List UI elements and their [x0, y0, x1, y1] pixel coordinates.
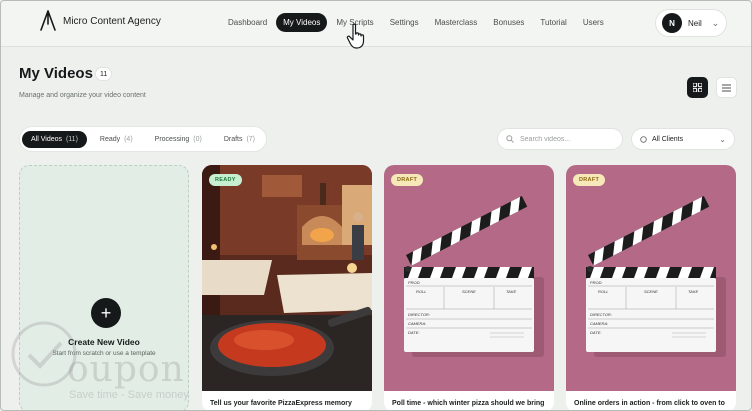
tab-all-videos[interactable]: All Videos (11)	[22, 130, 87, 148]
tab-count: (4)	[124, 135, 133, 143]
create-card-title: Create New Video	[68, 337, 140, 347]
list-icon	[722, 84, 731, 91]
clapper-prod-label: PROD.	[408, 280, 421, 285]
tab-count: (11)	[65, 135, 78, 143]
clapper-director-label: DIRECTOR:	[408, 312, 430, 317]
plus-icon: +	[91, 298, 121, 328]
top-navigation-bar: Micro Content Agency Dashboard My Videos…	[1, 1, 751, 47]
nav-item-tutorial[interactable]: Tutorial	[533, 13, 573, 32]
nav-item-bonuses[interactable]: Bonuses	[486, 13, 531, 32]
clapperboard-image: PROD. ROLL SCENE TAKE DIRECTOR: CAMERA: …	[384, 165, 554, 391]
logo-icon	[40, 10, 56, 31]
chevron-down-icon: ⌄	[711, 17, 720, 28]
clapper-take-label: TAKE	[688, 289, 698, 294]
clapper-camera-label: CAMERA:	[408, 321, 426, 326]
tab-label: Processing	[154, 135, 190, 143]
video-card[interactable]: READY Tell us your favorite PizzaExpress…	[202, 165, 372, 410]
nav-item-users[interactable]: Users	[576, 13, 611, 32]
video-title: Poll time - which winter pizza should we…	[392, 400, 545, 407]
filter-icon	[640, 135, 647, 143]
chevron-down-icon: ⌄	[719, 134, 726, 144]
tab-label: Ready	[99, 135, 121, 143]
video-card[interactable]: PROD. ROLL SCENE TAKE DIRECTOR: CAMERA: …	[384, 165, 554, 410]
nav-item-dashboard[interactable]: Dashboard	[221, 13, 274, 32]
nav-item-settings[interactable]: Settings	[383, 13, 426, 32]
status-badge: READY	[209, 174, 242, 186]
client-select-value: All Clients	[652, 135, 684, 143]
page-subtitle: Manage and organize your video content	[19, 92, 146, 99]
video-title: Online orders in action - from click to …	[574, 400, 725, 407]
restaurant-pizza-image	[202, 165, 372, 391]
view-toggle	[687, 77, 737, 98]
list-view-button[interactable]	[716, 77, 737, 98]
clapper-roll-label: ROLL	[598, 289, 608, 294]
clapper-date-label: DATE:	[408, 330, 419, 335]
clapper-roll-label: ROLL	[416, 289, 426, 294]
brand-name: Micro Content Agency	[63, 15, 161, 27]
status-badge: DRAFT	[391, 174, 424, 186]
user-name: Neil	[688, 18, 702, 28]
hand-pointer-cursor-icon	[346, 23, 365, 49]
tab-label: Drafts	[223, 135, 243, 143]
create-new-video-card[interactable]: + Create New Video Start from scratch or…	[19, 165, 189, 410]
search-icon	[506, 135, 514, 143]
clapper-date-label: DATE:	[590, 330, 601, 335]
tab-processing[interactable]: Processing (0)	[146, 131, 211, 148]
tab-drafts[interactable]: Drafts (7)	[215, 131, 264, 148]
video-title: Tell us your favorite PizzaExpress memor…	[210, 400, 352, 407]
nav-item-my-videos[interactable]: My Videos	[276, 13, 328, 32]
tab-count: (7)	[246, 135, 255, 143]
brand[interactable]: Micro Content Agency	[39, 10, 161, 32]
page-title: My Videos	[19, 65, 93, 82]
tab-label: All Videos	[31, 135, 63, 143]
clapper-scene-label: SCENE	[462, 289, 476, 294]
tab-count: (0)	[193, 135, 202, 143]
client-filter-select[interactable]: All Clients ⌄	[631, 128, 735, 150]
clapper-scene-label: SCENE	[644, 289, 658, 294]
video-count-badge: 11	[95, 67, 113, 81]
grid-icon	[693, 83, 702, 92]
app-window: Micro Content Agency Dashboard My Videos…	[0, 0, 752, 411]
status-filter-tabs: All Videos (11) Ready (4) Processing (0)…	[19, 126, 267, 152]
clapper-director-label: DIRECTOR:	[590, 312, 612, 317]
nav-item-masterclass[interactable]: Masterclass	[428, 13, 485, 32]
clapper-camera-label: CAMERA:	[590, 321, 608, 326]
avatar: N	[662, 13, 682, 33]
clapper-prod-label: PROD.	[590, 280, 603, 285]
search-input[interactable]	[520, 135, 616, 143]
status-badge: DRAFT	[573, 174, 606, 186]
main-nav: Dashboard My Videos My Scripts Settings …	[221, 13, 611, 32]
clapperboard-image: PROD. ROLL SCENE TAKE DIRECTOR: CAMERA: …	[566, 165, 736, 391]
grid-view-button[interactable]	[687, 77, 708, 98]
video-card[interactable]: PROD. ROLL SCENE TAKE DIRECTOR: CAMERA: …	[566, 165, 736, 410]
user-menu-button[interactable]: N Neil ⌄	[655, 9, 727, 37]
clapper-take-label: TAKE	[506, 289, 516, 294]
create-card-subtitle: Start from scratch or use a template	[52, 350, 156, 357]
tab-ready[interactable]: Ready (4)	[91, 131, 142, 148]
search-box	[497, 128, 623, 150]
